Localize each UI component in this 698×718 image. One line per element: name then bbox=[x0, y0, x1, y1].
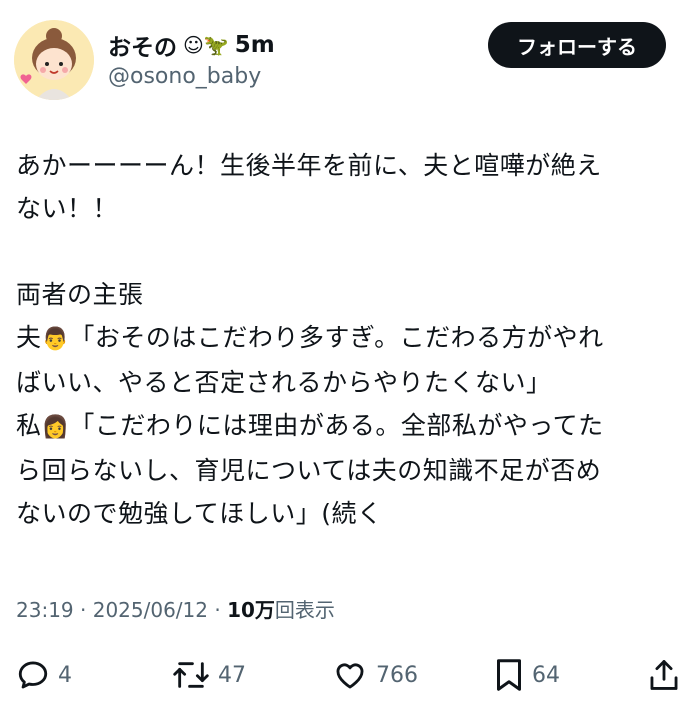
follow-button[interactable]: フォローする bbox=[488, 22, 666, 68]
retweet-count: 47 bbox=[218, 662, 246, 688]
tweet-line: ら回らないし、育児については夫の知識不足が否め bbox=[16, 456, 602, 485]
retweet-icon bbox=[172, 658, 210, 692]
reply-count: 4 bbox=[58, 662, 72, 688]
husband-quote: 「おそのはこだわり多すぎ。こだわる方がやれ bbox=[69, 323, 604, 352]
tweet-line: ない！！ bbox=[16, 194, 119, 223]
tweet-line: あかーーーーん！生後半年を前に、夫と喧嘩が絶え bbox=[16, 151, 602, 180]
tweet-card: おその ☺🦖 5m @osono_baby フォローする あかーーーーん！生後半… bbox=[0, 0, 698, 718]
man-emoji: 👨 bbox=[41, 327, 70, 352]
bookmark-icon bbox=[494, 657, 524, 693]
time-ago: 5m bbox=[234, 32, 275, 58]
speaker-husband: 夫 bbox=[16, 323, 42, 352]
tweet-blank-line bbox=[16, 230, 686, 273]
meta-separator: · bbox=[80, 598, 93, 622]
bookmark-button[interactable]: 64 bbox=[494, 652, 560, 698]
retweet-button[interactable]: 47 bbox=[172, 652, 246, 698]
wife-quote: 「こだわりには理由がある。全部私がやってた bbox=[69, 411, 604, 440]
meta-separator: · bbox=[214, 598, 228, 622]
avatar[interactable] bbox=[14, 20, 94, 100]
like-count: 766 bbox=[376, 662, 418, 688]
views-label: 回表示 bbox=[274, 598, 335, 622]
share-button[interactable] bbox=[648, 652, 680, 698]
views-count: 10万 bbox=[227, 598, 275, 622]
action-bar: 4 47 766 64 bbox=[0, 652, 698, 698]
name-emojis: ☺🦖 bbox=[183, 33, 229, 57]
user-handle[interactable]: @osono_baby bbox=[108, 64, 261, 89]
share-icon bbox=[648, 658, 680, 692]
speaker-wife: 私 bbox=[16, 411, 42, 440]
reply-button[interactable]: 4 bbox=[16, 652, 72, 698]
display-name[interactable]: おその bbox=[108, 28, 177, 62]
like-button[interactable]: 766 bbox=[332, 652, 418, 698]
tweet-line: 両者の主張 bbox=[16, 280, 144, 309]
tweet-date[interactable]: 2025/06/12 bbox=[93, 598, 208, 622]
tweet-text: あかーーーーん！生後半年を前に、夫と喧嘩が絶え ない！！ 両者の主張 夫👨「おそ… bbox=[16, 144, 686, 535]
tweet-meta: 23:19 · 2025/06/12 · 10万回表示 bbox=[16, 594, 335, 623]
like-icon bbox=[332, 658, 368, 692]
tweet-line: ばいい、やると否定されるからやりたくない」 bbox=[16, 368, 552, 397]
woman-emoji: 👩 bbox=[41, 415, 70, 440]
tweet-line: ないので勉強してほしい」(続く bbox=[16, 499, 383, 528]
bookmark-count: 64 bbox=[532, 662, 560, 688]
avatar-illustration bbox=[14, 20, 94, 100]
tweet-line: 私👩「こだわりには理由がある。全部私がやってた bbox=[16, 404, 686, 449]
tweet-line: 夫👨「おそのはこだわり多すぎ。こだわる方がやれ bbox=[16, 316, 686, 361]
user-name-row[interactable]: おその ☺🦖 5m bbox=[108, 28, 275, 62]
reply-icon bbox=[16, 658, 50, 692]
tweet-time[interactable]: 23:19 bbox=[16, 598, 74, 622]
